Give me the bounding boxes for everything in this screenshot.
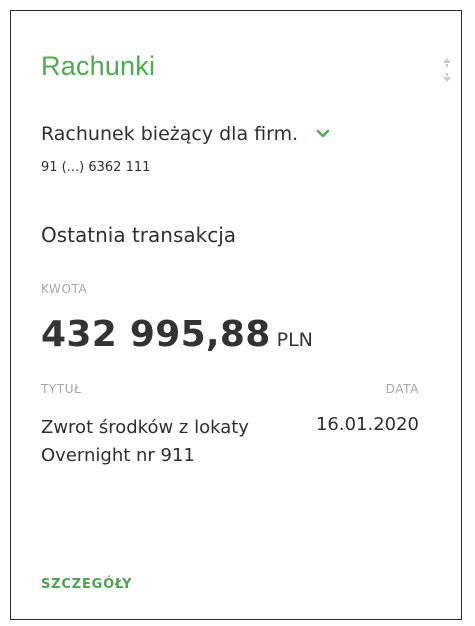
title-label: TYTUŁ [41,382,82,396]
amount-value: 432 995,88 [41,314,271,355]
amount-display: 432 995,88 PLN [41,314,313,355]
details-link[interactable]: SZCZEGÓŁY [41,577,132,592]
last-transaction-heading: Ostatnia transakcja [41,223,237,247]
sort-drag-icon[interactable] [440,55,454,85]
account-number: 91 (...) 6362 111 [41,160,151,175]
accounts-widget: Rachunki Rachunek bieżący dla firm. 91 (… [10,10,462,620]
account-name: Rachunek bieżący dla firm. [41,123,299,145]
transaction-date: 16.01.2020 [315,414,419,435]
transaction-title: Zwrot środków z lokaty Overnight nr 911 [41,417,249,466]
widget-title: Rachunki [41,51,156,81]
date-label: DATA [385,382,419,396]
account-selector[interactable]: Rachunek bieżący dla firm. [41,123,332,145]
currency-code: PLN [276,329,313,351]
amount-label: KWOTA [41,282,88,296]
chevron-down-icon[interactable] [314,125,332,143]
